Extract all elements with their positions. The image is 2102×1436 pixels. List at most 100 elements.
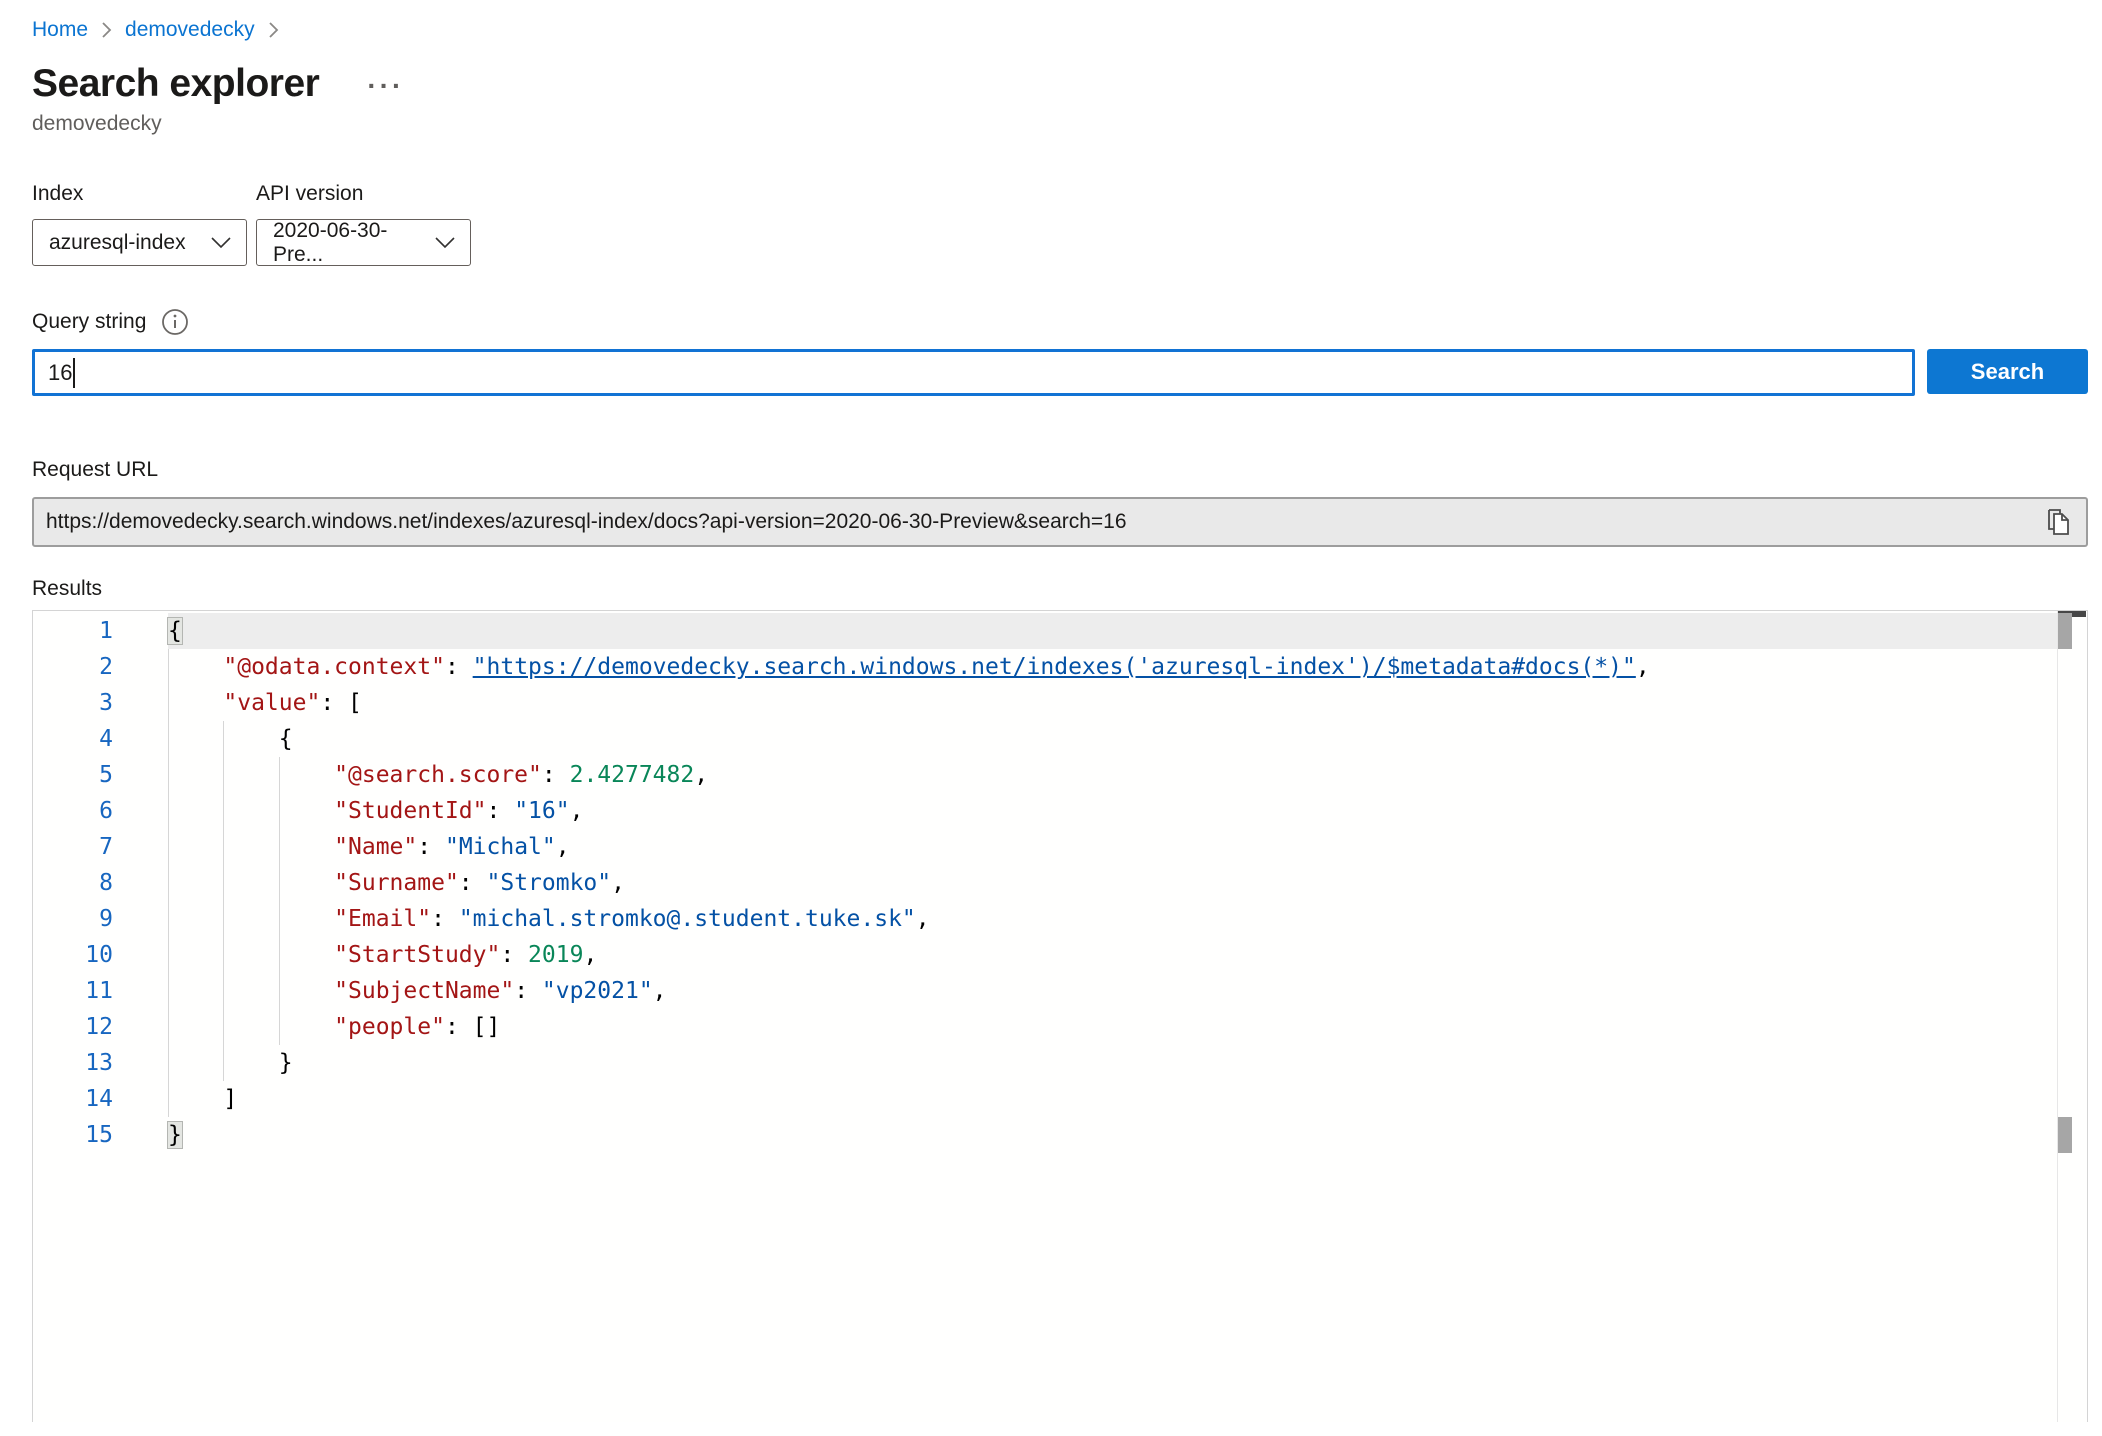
request-url-value: https://demovedecky.search.windows.net/i… bbox=[46, 510, 2040, 534]
line-number: 11 bbox=[33, 973, 168, 1009]
index-dropdown[interactable]: azuresql-index bbox=[32, 219, 247, 266]
code-token: "Stromko" bbox=[487, 870, 612, 896]
index-field: Index azuresql-index bbox=[32, 182, 247, 266]
code-line[interactable]: 13 } bbox=[33, 1045, 2057, 1081]
breadcrumb-item-home[interactable]: Home bbox=[32, 18, 88, 42]
query-string-label: Query string bbox=[32, 310, 146, 334]
code-line-content: "SubjectName": "vp2021", bbox=[168, 973, 2057, 1009]
code-line[interactable]: 7 "Name": "Michal", bbox=[33, 829, 2057, 865]
indent-guide-line bbox=[279, 973, 280, 1009]
indent-guide-line bbox=[223, 865, 224, 901]
indent-guide-line bbox=[168, 1081, 169, 1117]
indent-guide-line bbox=[279, 1009, 280, 1045]
code-token: "vp2021" bbox=[542, 978, 653, 1004]
code-line[interactable]: 9 "Email": "michal.stromko@.student.tuke… bbox=[33, 901, 2057, 937]
indent-guide-line bbox=[223, 1045, 224, 1081]
indent-guide-line bbox=[168, 973, 169, 1009]
info-icon[interactable] bbox=[161, 308, 189, 336]
overview-ruler-scrollbar[interactable] bbox=[2057, 611, 2087, 1422]
code-line[interactable]: 1{ bbox=[33, 613, 2057, 649]
indent-guide-line bbox=[279, 937, 280, 973]
results-editor[interactable]: 1{2 "@odata.context": "https://demovedec… bbox=[32, 610, 2088, 1422]
more-menu-button[interactable]: ··· bbox=[363, 72, 408, 100]
query-input[interactable]: 16 bbox=[32, 349, 1915, 396]
code-token: "SubjectName" bbox=[334, 978, 514, 1004]
code-line-content: } bbox=[168, 1045, 2057, 1081]
code-line-content: "@search.score": 2.4277482, bbox=[168, 757, 2057, 793]
indent-guide-line bbox=[168, 721, 169, 757]
code-token: , bbox=[916, 906, 930, 932]
code-line[interactable]: 2 "@odata.context": "https://demovedecky… bbox=[33, 649, 2057, 685]
code-token: , bbox=[556, 834, 570, 860]
query-label-row: Query string bbox=[32, 308, 2088, 336]
results-label: Results bbox=[32, 577, 2088, 601]
code-token: } bbox=[279, 1050, 293, 1076]
api-version-dropdown-value: 2020-06-30-Pre... bbox=[273, 219, 426, 267]
breadcrumb-chevron-icon bbox=[100, 20, 113, 40]
code-token: : [ bbox=[320, 690, 362, 716]
search-button[interactable]: Search bbox=[1927, 349, 2088, 394]
indent-guide-line bbox=[223, 829, 224, 865]
code-line-content: { bbox=[168, 721, 2057, 757]
line-number: 7 bbox=[33, 829, 168, 865]
api-version-label: API version bbox=[256, 182, 471, 206]
indent-guide-line bbox=[168, 793, 169, 829]
api-version-field: API version 2020-06-30-Pre... bbox=[256, 182, 471, 266]
code-line-content: } bbox=[168, 1117, 2057, 1153]
code-line-content: ] bbox=[168, 1081, 2057, 1117]
indent-guide-line bbox=[279, 901, 280, 937]
code-line[interactable]: 5 "@search.score": 2.4277482, bbox=[33, 757, 2057, 793]
breadcrumb-item-demovedecky[interactable]: demovedecky bbox=[125, 18, 255, 42]
code-token: { bbox=[279, 726, 293, 752]
code-line-content: "Surname": "Stromko", bbox=[168, 865, 2057, 901]
odata-context-link[interactable]: "https://demovedecky.search.windows.net/… bbox=[473, 654, 1636, 680]
code-line[interactable]: 15} bbox=[33, 1117, 2057, 1153]
code-line[interactable]: 10 "StartStudy": 2019, bbox=[33, 937, 2057, 973]
line-number: 14 bbox=[33, 1081, 168, 1117]
code-token: : bbox=[431, 906, 459, 932]
api-version-dropdown[interactable]: 2020-06-30-Pre... bbox=[256, 219, 471, 266]
code-token: 2019 bbox=[528, 942, 583, 968]
code-token: , bbox=[653, 978, 667, 1004]
indent-guide-line bbox=[168, 649, 169, 685]
code-token: , bbox=[611, 870, 625, 896]
line-number: 4 bbox=[33, 721, 168, 757]
code-token: ] bbox=[223, 1086, 237, 1112]
line-number: 6 bbox=[33, 793, 168, 829]
code-line[interactable]: 11 "SubjectName": "vp2021", bbox=[33, 973, 2057, 1009]
controls-row: Index azuresql-index API version 2020-06… bbox=[32, 182, 2088, 266]
code-line[interactable]: 6 "StudentId": "16", bbox=[33, 793, 2057, 829]
code-token: : [] bbox=[445, 1014, 500, 1040]
line-number: 1 bbox=[33, 613, 168, 649]
indent-guide-line bbox=[279, 865, 280, 901]
search-explorer-page: Home demovedecky Search explorer ··· dem… bbox=[0, 0, 2102, 1422]
line-number: 2 bbox=[33, 649, 168, 685]
indent-guide-line bbox=[223, 721, 224, 757]
indent-guide-line bbox=[168, 829, 169, 865]
line-number: 9 bbox=[33, 901, 168, 937]
line-number: 12 bbox=[33, 1009, 168, 1045]
indent-guide-line bbox=[279, 793, 280, 829]
code-token: : bbox=[542, 762, 570, 788]
code-pane: 1{2 "@odata.context": "https://demovedec… bbox=[33, 613, 2057, 1153]
indent-guide-line bbox=[279, 757, 280, 793]
code-line[interactable]: 4 { bbox=[33, 721, 2057, 757]
code-line-content: "StartStudy": 2019, bbox=[168, 937, 2057, 973]
code-line-content: "Email": "michal.stromko@.student.tuke.s… bbox=[168, 901, 2057, 937]
query-row: 16 Search bbox=[32, 349, 2088, 396]
code-line[interactable]: 14 ] bbox=[33, 1081, 2057, 1117]
code-line[interactable]: 3 "value": [ bbox=[33, 685, 2057, 721]
code-token: "@odata.context" bbox=[223, 654, 445, 680]
code-token: "value" bbox=[223, 690, 320, 716]
code-line-content: { bbox=[168, 613, 2057, 649]
code-line[interactable]: 8 "Surname": "Stromko", bbox=[33, 865, 2057, 901]
code-line[interactable]: 12 "people": [] bbox=[33, 1009, 2057, 1045]
query-input-value: 16 bbox=[48, 360, 72, 386]
code-line-content: "people": [] bbox=[168, 1009, 2057, 1045]
indent-guide-line bbox=[223, 1009, 224, 1045]
code-token: , bbox=[570, 798, 584, 824]
indent-guide-line bbox=[168, 901, 169, 937]
line-number: 15 bbox=[33, 1117, 168, 1153]
title-row: Search explorer ··· bbox=[32, 62, 2088, 106]
copy-icon[interactable] bbox=[2040, 503, 2078, 541]
